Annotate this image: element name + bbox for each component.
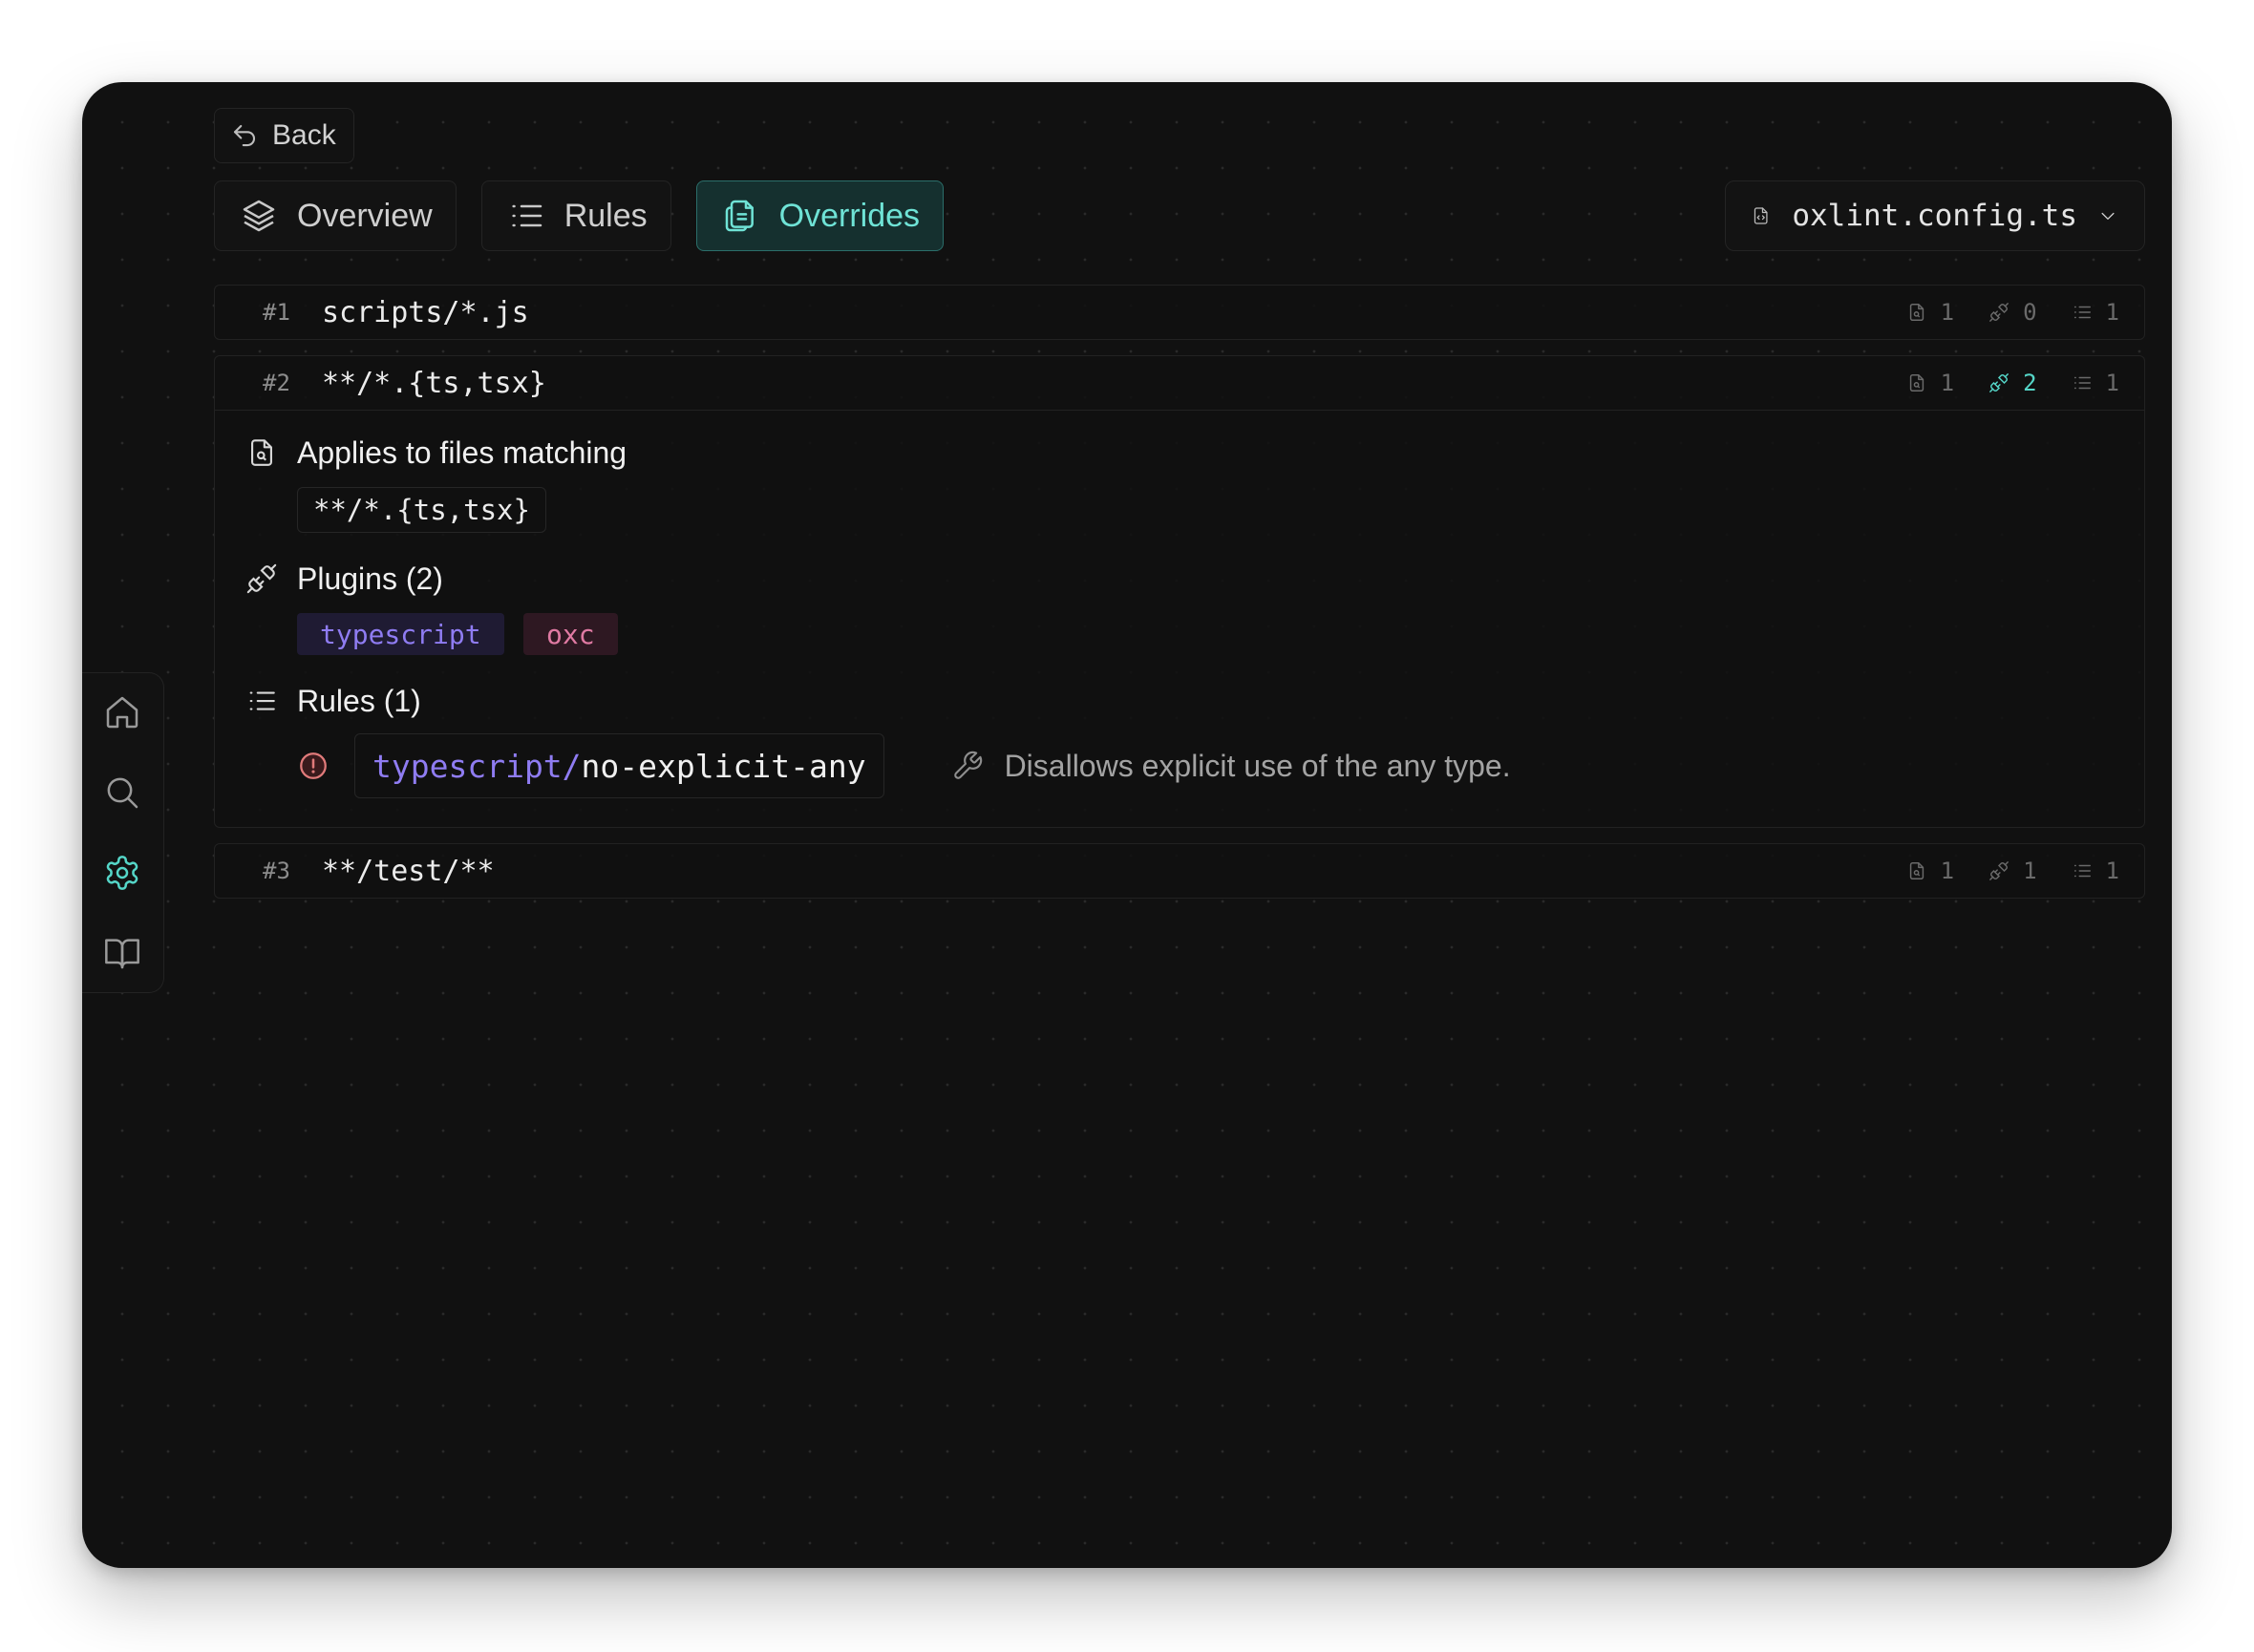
- list-icon: [2073, 864, 2091, 878]
- list-icon: [249, 691, 275, 710]
- plugin-tag-oxc[interactable]: oxc: [523, 613, 618, 655]
- rule-name: no-explicit-any: [581, 747, 866, 785]
- list-icon: [2073, 306, 2091, 319]
- tab-overrides[interactable]: Overrides: [695, 180, 945, 251]
- config-file-name: oxlint.config.ts: [1792, 199, 2077, 233]
- plug-icon: [1989, 373, 2009, 392]
- plugins-title: Plugins (2): [297, 561, 443, 596]
- tab-rules-label: Rules: [564, 197, 648, 234]
- code-file-icon: [1754, 207, 1768, 224]
- applies-pattern-chip: **/*.{ts,tsx}: [297, 487, 546, 533]
- settings-icon: [106, 856, 138, 890]
- applies-content: **/*.{ts,tsx}: [245, 487, 2112, 533]
- tab-overview-label: Overview: [297, 197, 433, 234]
- plugins-count: 0: [1988, 299, 2037, 326]
- wrench-icon: [953, 751, 982, 779]
- override-number: #3: [263, 858, 290, 884]
- rules-section-title: Rules (1): [245, 680, 2112, 722]
- home-icon: [106, 696, 138, 729]
- rule-description: Disallows explicit use of the any type.: [951, 749, 1511, 784]
- rules-count: 1: [2072, 858, 2119, 884]
- override-number: #2: [263, 370, 290, 396]
- rule-name-chip[interactable]: typescript/no-explicit-any: [354, 733, 884, 798]
- plugins-count-value: 1: [2023, 858, 2037, 884]
- plug-icon: [246, 563, 277, 594]
- side-dock: [82, 672, 164, 993]
- override-stats: 1 0 1: [1906, 299, 2119, 326]
- files-count-value: 1: [1940, 370, 1955, 396]
- search-icon: [107, 777, 138, 809]
- override-header[interactable]: #2 **/*.{ts,tsx} 1 2 1: [215, 356, 2144, 411]
- list-icon: [2073, 376, 2091, 390]
- override-stats: 1 1 1: [1906, 858, 2119, 884]
- undo-arrow-icon: [233, 124, 256, 147]
- plugin-tag-typescript[interactable]: typescript: [297, 613, 504, 655]
- tab-rules[interactable]: Rules: [480, 180, 671, 251]
- files-count: 1: [1906, 370, 1954, 396]
- app-window: Back Overview Rules Overrides oxlint.con…: [82, 82, 2172, 1568]
- overrides-list: #1 scripts/*.js 1 0 1 #2 **/*.{ts,tsx} 1…: [214, 285, 2145, 914]
- files-count-value: 1: [1940, 299, 1955, 326]
- dock-search-button[interactable]: [102, 773, 142, 813]
- plugins-section-title: Plugins (2): [245, 558, 2112, 600]
- files-count: 1: [1906, 299, 1954, 326]
- applies-section-title: Applies to files matching: [245, 432, 2112, 474]
- rules-count-value: 1: [2105, 858, 2119, 884]
- book-icon: [104, 939, 139, 969]
- file-search-icon: [1909, 304, 1924, 321]
- plug-icon: [1989, 303, 2009, 322]
- tab-bar: Overview Rules Overrides: [214, 180, 945, 251]
- plugins-count: 2: [1988, 370, 2037, 396]
- files-count: 1: [1906, 858, 1954, 884]
- plug-icon: [1989, 861, 2009, 880]
- override-item[interactable]: #1 scripts/*.js 1 0 1: [214, 285, 2145, 340]
- config-file-select[interactable]: oxlint.config.ts: [1725, 180, 2145, 251]
- applies-title: Applies to files matching: [297, 434, 627, 470]
- override-item-expanded[interactable]: #2 **/*.{ts,tsx} 1 2 1 Applies to files …: [214, 355, 2145, 828]
- files-count-value: 1: [1940, 858, 1955, 884]
- override-pattern: scripts/*.js: [322, 295, 529, 329]
- file-search-icon: [251, 439, 272, 466]
- dock-docs-button[interactable]: [102, 933, 142, 973]
- override-pattern: **/test/**: [322, 854, 495, 888]
- list-icon: [512, 204, 542, 227]
- file-search-icon: [1909, 862, 1924, 879]
- file-search-icon: [1909, 374, 1924, 392]
- plugins-count: 1: [1988, 858, 2037, 884]
- rules-count-value: 1: [2105, 370, 2119, 396]
- rule-plugin-prefix: typescript/: [372, 747, 582, 785]
- override-details: Applies to files matching **/*.{ts,tsx} …: [215, 411, 2144, 827]
- back-button[interactable]: Back: [214, 108, 354, 163]
- files-icon: [725, 200, 754, 232]
- tab-overview[interactable]: Overview: [214, 180, 457, 251]
- rules-count-value: 1: [2105, 299, 2119, 326]
- tab-overrides-label: Overrides: [778, 197, 921, 234]
- dock-settings-button[interactable]: [102, 853, 142, 893]
- override-pattern: **/*.{ts,tsx}: [322, 366, 546, 400]
- rules-count: 1: [2072, 370, 2119, 396]
- chevron-down-icon: [2101, 212, 2115, 221]
- error-severity-icon: [300, 752, 327, 779]
- rule-row: typescript/no-explicit-any Disallows exp…: [297, 733, 2112, 798]
- layers-icon: [243, 200, 275, 232]
- plugins-content: typescript oxc: [245, 613, 2112, 655]
- rule-description-text: Disallows explicit use of the any type.: [1004, 748, 1511, 783]
- dock-home-button[interactable]: [102, 692, 142, 732]
- override-stats: 1 2 1: [1906, 370, 2119, 396]
- back-label: Back: [272, 119, 336, 151]
- override-number: #1: [263, 299, 290, 326]
- override-item[interactable]: #3 **/test/** 1 1 1: [214, 843, 2145, 899]
- plugins-count-value: 0: [2023, 299, 2037, 326]
- override-header[interactable]: #1 scripts/*.js 1 0 1: [215, 286, 2144, 339]
- override-header[interactable]: #3 **/test/** 1 1 1: [215, 844, 2144, 898]
- rules-title: Rules (1): [297, 683, 421, 718]
- rules-count: 1: [2072, 299, 2119, 326]
- rules-content: typescript/no-explicit-any Disallows exp…: [245, 733, 2112, 798]
- plugins-count-value: 2: [2023, 370, 2037, 396]
